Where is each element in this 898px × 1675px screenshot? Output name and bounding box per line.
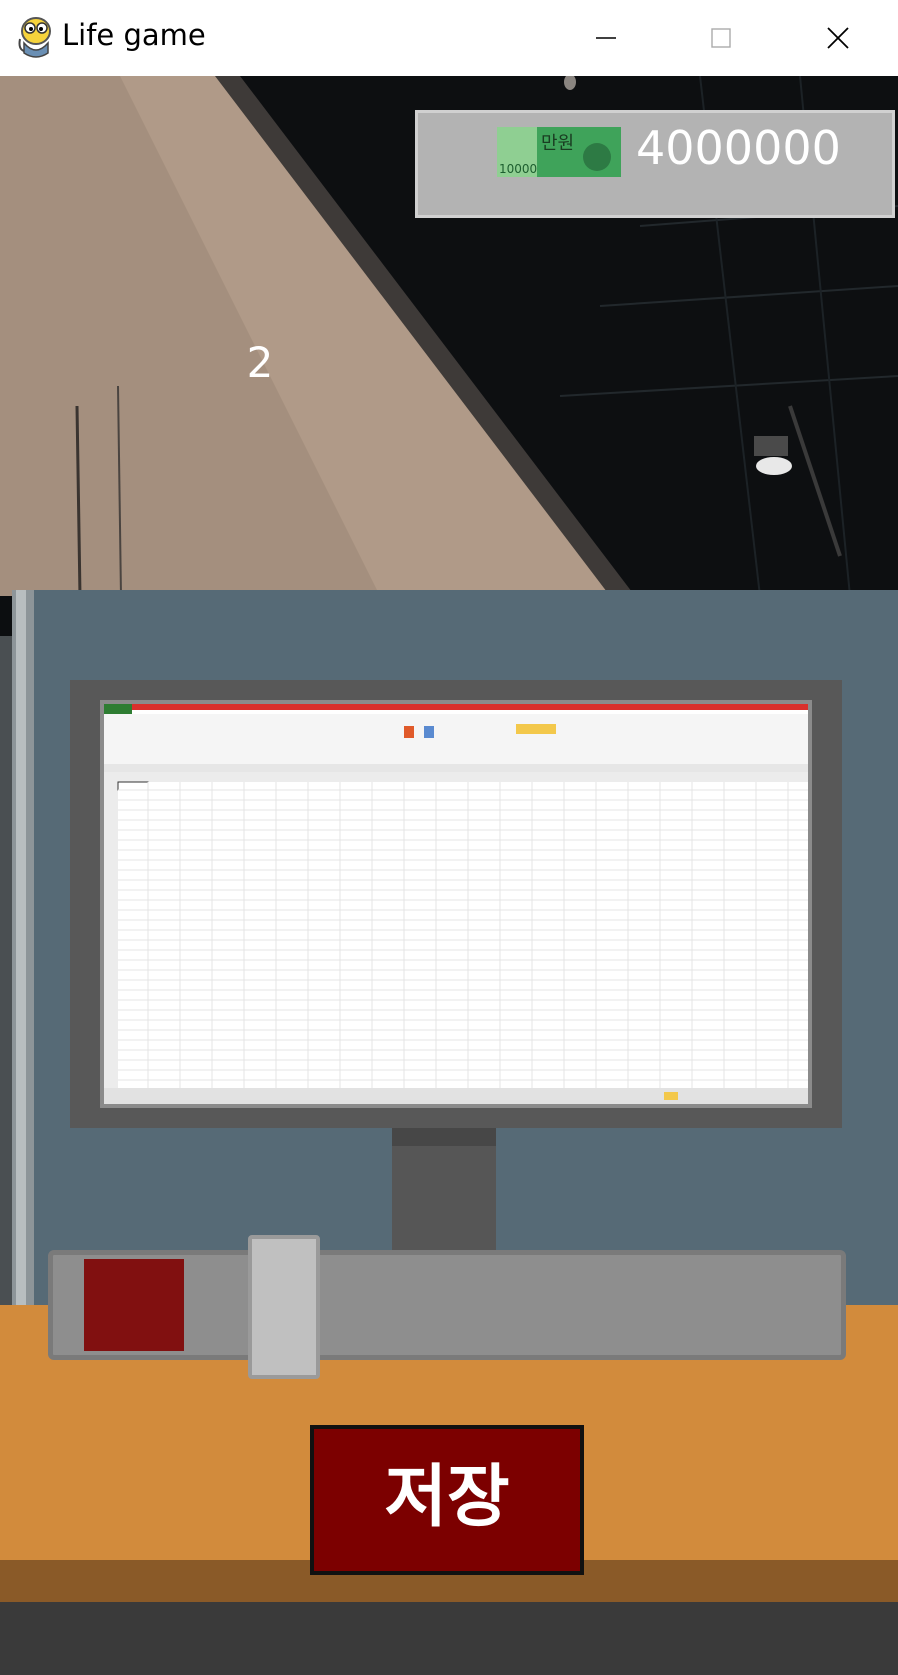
minimize-icon bbox=[596, 37, 616, 39]
maximize-button[interactable] bbox=[671, 0, 771, 76]
close-icon bbox=[827, 27, 849, 49]
close-button[interactable] bbox=[788, 0, 888, 76]
window-title: Life game bbox=[62, 18, 206, 52]
monitor bbox=[70, 680, 842, 1128]
save-button[interactable]: 저장 bbox=[310, 1425, 584, 1575]
svg-text:만원: 만원 bbox=[541, 133, 574, 154]
window-titlebar: Life game bbox=[0, 0, 898, 76]
slider-handle[interactable] bbox=[248, 1235, 320, 1379]
spreadsheet-screenshot bbox=[104, 704, 808, 1104]
money-display: 10000 만원 4000000 bbox=[415, 110, 895, 218]
svg-text:10000: 10000 bbox=[499, 162, 537, 176]
work-progress-fill bbox=[84, 1259, 184, 1351]
10000-won-banknote-icon: 10000 만원 bbox=[497, 127, 621, 177]
maximize-icon bbox=[711, 28, 731, 48]
turn-counter: 2 bbox=[246, 338, 274, 387]
cubicle-partition-edge bbox=[16, 590, 26, 1305]
monitor-bezel bbox=[100, 700, 812, 1108]
monitor-stand-neck bbox=[392, 1128, 496, 1146]
floor bbox=[0, 1602, 898, 1675]
money-amount: 4000000 bbox=[636, 121, 841, 175]
minimize-button[interactable] bbox=[556, 0, 656, 76]
spreadsheet-screen bbox=[104, 704, 808, 1104]
python-snake-icon bbox=[18, 17, 51, 58]
